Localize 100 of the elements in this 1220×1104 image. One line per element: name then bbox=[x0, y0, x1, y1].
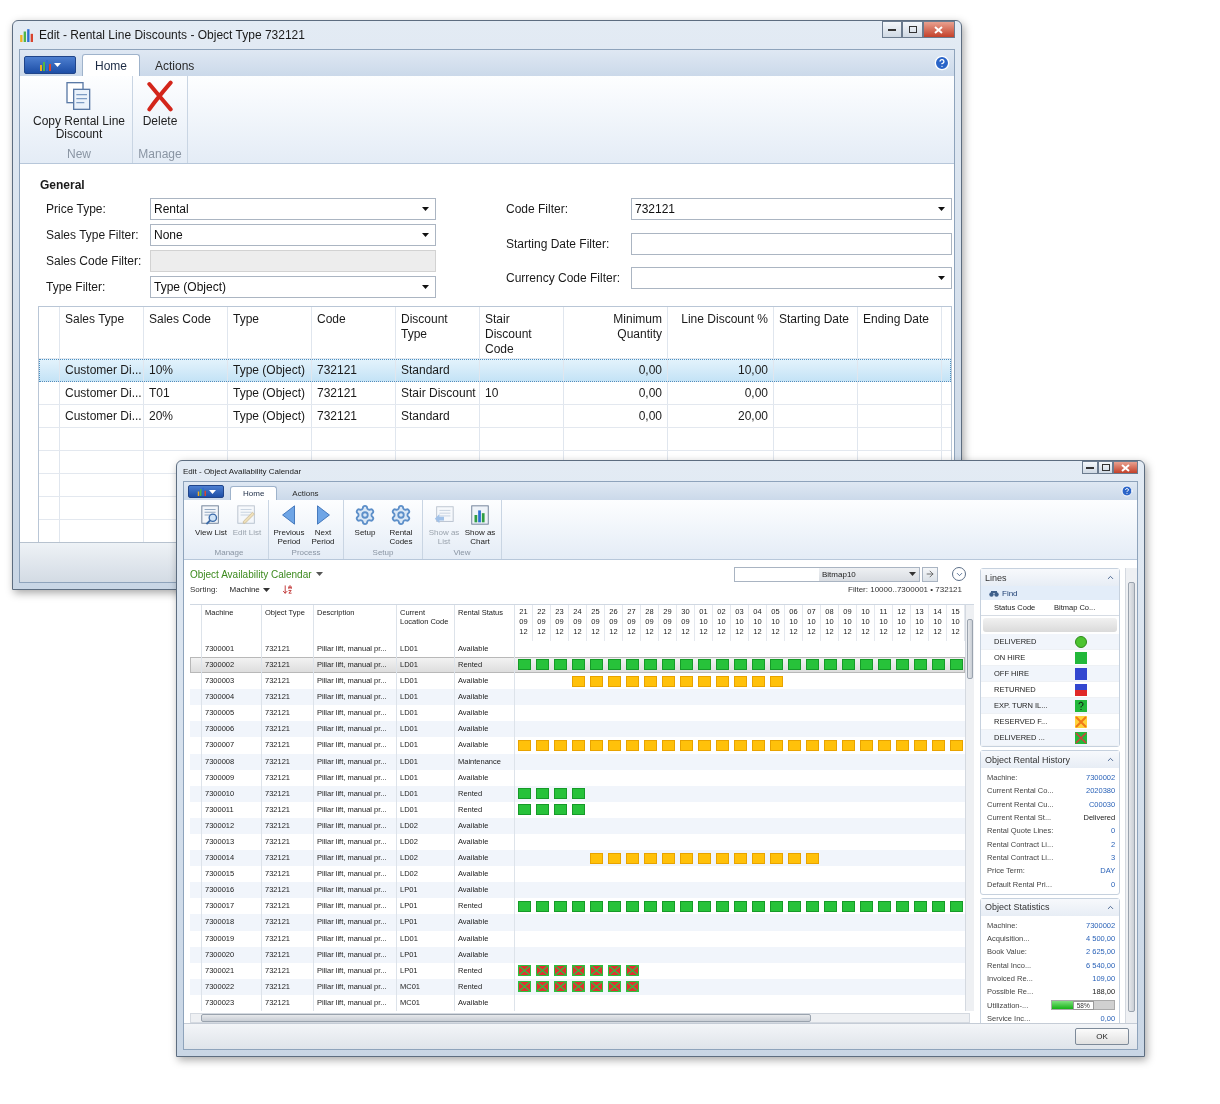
column-header[interactable]: Type bbox=[228, 307, 312, 358]
ribbon-tab[interactable]: Actions bbox=[142, 54, 208, 76]
table-row[interactable]: Customer Di... 10% Type (Object) 732121 Standard 0,00 10,00 bbox=[39, 359, 951, 382]
panel-title: Lines bbox=[985, 572, 1007, 583]
help-icon[interactable] bbox=[1121, 485, 1133, 497]
column-header[interactable]: Discount Type bbox=[396, 307, 480, 358]
find-button[interactable]: Find bbox=[981, 586, 1120, 600]
column-header[interactable]: Minimum Quantity bbox=[564, 307, 668, 358]
dropdown-arrow-icon bbox=[422, 285, 429, 289]
ribbon-button[interactable]: Previous Period bbox=[274, 504, 304, 548]
table-cell: 0,00 bbox=[564, 405, 668, 427]
question-square-icon bbox=[1074, 699, 1087, 712]
column-header[interactable]: Stair Discount Code bbox=[480, 307, 564, 358]
dropdown-arrow-icon bbox=[422, 233, 429, 237]
filter-text: Filter: 10000..7300001 • 732121 bbox=[848, 585, 962, 595]
dropdown-arrow-icon bbox=[262, 587, 270, 592]
column-header[interactable]: Starting Date bbox=[774, 307, 858, 358]
field-label: Price Type: bbox=[46, 202, 107, 216]
ribbon-button[interactable]: Setup bbox=[349, 504, 381, 548]
column-header[interactable]: Line Discount % bbox=[668, 307, 774, 358]
field-label: Starting Date Filter: bbox=[506, 236, 611, 251]
dropdown-field[interactable] bbox=[631, 267, 952, 290]
ribbon-button[interactable]: View List bbox=[195, 504, 227, 548]
ribbon-group-label: Setup bbox=[372, 548, 394, 557]
minimize-button[interactable] bbox=[1082, 461, 1098, 474]
close-icon bbox=[934, 25, 944, 34]
page-title[interactable]: Object Availability Calendar bbox=[190, 568, 323, 580]
table-cell: 10,00 bbox=[668, 359, 774, 381]
minimize-button[interactable] bbox=[881, 21, 903, 38]
go-button[interactable] bbox=[922, 566, 938, 582]
ribbon-group-label: Manage bbox=[138, 147, 182, 161]
sorting-dropdown[interactable]: Machine bbox=[229, 585, 270, 595]
field-label: Sales Type Filter: bbox=[46, 228, 140, 242]
ribbon-button[interactable]: Next Period bbox=[308, 504, 338, 548]
table-cell: 732121 bbox=[312, 382, 396, 404]
minimize-icon bbox=[888, 28, 897, 31]
maximize-icon bbox=[1101, 464, 1110, 471]
maximize-button[interactable] bbox=[902, 21, 923, 38]
app-menu-button[interactable] bbox=[24, 56, 76, 74]
ribbon-button[interactable]: Delete bbox=[138, 80, 182, 147]
dropdown-arrow-icon bbox=[208, 489, 216, 494]
expand-button[interactable] bbox=[952, 567, 966, 582]
app-menu-button[interactable] bbox=[188, 485, 224, 498]
column-header[interactable]: Sales Code bbox=[144, 307, 228, 358]
collapse-icon[interactable] bbox=[1106, 573, 1116, 582]
table-cell: 0,00 bbox=[564, 382, 668, 404]
field-label: Currency Code Filter: bbox=[506, 271, 622, 286]
sort-order-icon[interactable] bbox=[281, 584, 293, 596]
collapse-icon[interactable] bbox=[1106, 755, 1116, 764]
column-header[interactable]: Sales Type bbox=[60, 307, 144, 358]
input-field[interactable] bbox=[631, 232, 952, 255]
field-label: Type Filter: bbox=[46, 280, 107, 294]
square-icon bbox=[1074, 651, 1087, 664]
dropdown-field[interactable]: 732121 bbox=[631, 198, 952, 220]
ribbon-group-label: Manage bbox=[214, 548, 244, 557]
bar-chart-icon bbox=[196, 487, 206, 496]
table-cell: Stair Discount bbox=[396, 382, 480, 404]
table-row[interactable]: Customer Di... T01 Type (Object) 732121 Stair Discount 10 0,00 0,00 bbox=[39, 382, 951, 405]
field-label: Code Filter: bbox=[506, 202, 570, 216]
sorting-label: Sorting: bbox=[190, 585, 218, 595]
circle-icon bbox=[1074, 635, 1087, 648]
ribbon-tab[interactable]: Home bbox=[230, 486, 278, 500]
dropdown-field[interactable]: None bbox=[150, 224, 436, 246]
dropdown-arrow-icon bbox=[938, 207, 945, 211]
dropdown-field[interactable]: Rental bbox=[150, 198, 436, 220]
dropdown-field[interactable]: Type (Object) bbox=[150, 276, 436, 298]
table-row[interactable]: Customer Di... 20% Type (Object) 732121 Standard 0,00 20,00 bbox=[39, 405, 951, 428]
gears-icon bbox=[354, 504, 376, 526]
ribbon-tab[interactable]: Actions bbox=[279, 486, 332, 500]
ribbon-group-label: View bbox=[453, 548, 471, 557]
field-dropdown[interactable]: Bitmap10 bbox=[819, 567, 919, 581]
list-pencil-icon bbox=[236, 504, 258, 526]
column-header[interactable]: Code bbox=[312, 307, 396, 358]
ribbon-button[interactable]: Rental Codes bbox=[385, 504, 417, 548]
search-field[interactable]: Bitmap10 bbox=[734, 566, 920, 582]
ribbon-tab[interactable]: Home bbox=[82, 54, 140, 76]
table-cell: 20% bbox=[144, 405, 228, 427]
dropdown-arrow-icon bbox=[315, 572, 323, 577]
scrollbar[interactable] bbox=[190, 1013, 970, 1023]
section-title: General bbox=[40, 178, 86, 192]
maximize-icon bbox=[908, 26, 917, 33]
table-cell: T01 bbox=[144, 382, 228, 404]
close-button[interactable] bbox=[922, 21, 955, 38]
close-button[interactable] bbox=[1113, 461, 1138, 474]
square-icon bbox=[1074, 667, 1087, 680]
window-title: Edit - Rental Line Discounts - Object Type 732121 bbox=[39, 28, 306, 42]
scrollbar[interactable] bbox=[965, 604, 974, 1011]
help-icon[interactable] bbox=[934, 55, 950, 71]
column-header[interactable]: Ending Date bbox=[858, 307, 942, 358]
table-cell: Customer Di... bbox=[60, 382, 144, 404]
scrollbar[interactable] bbox=[1125, 568, 1137, 1023]
ribbon-button[interactable]: Show as Chart bbox=[464, 504, 496, 548]
table-cell: 0,00 bbox=[564, 359, 668, 381]
ribbon-button[interactable]: Copy Rental Line Discount bbox=[31, 80, 127, 147]
table-cell: 10% bbox=[144, 359, 228, 381]
delete-icon bbox=[144, 80, 176, 112]
bar-chart-icon bbox=[19, 28, 33, 42]
panel-title: Object Statistics bbox=[985, 902, 1050, 913]
table-cell: Customer Di... bbox=[60, 359, 144, 381]
ok-button[interactable]: OK bbox=[1075, 1028, 1129, 1045]
